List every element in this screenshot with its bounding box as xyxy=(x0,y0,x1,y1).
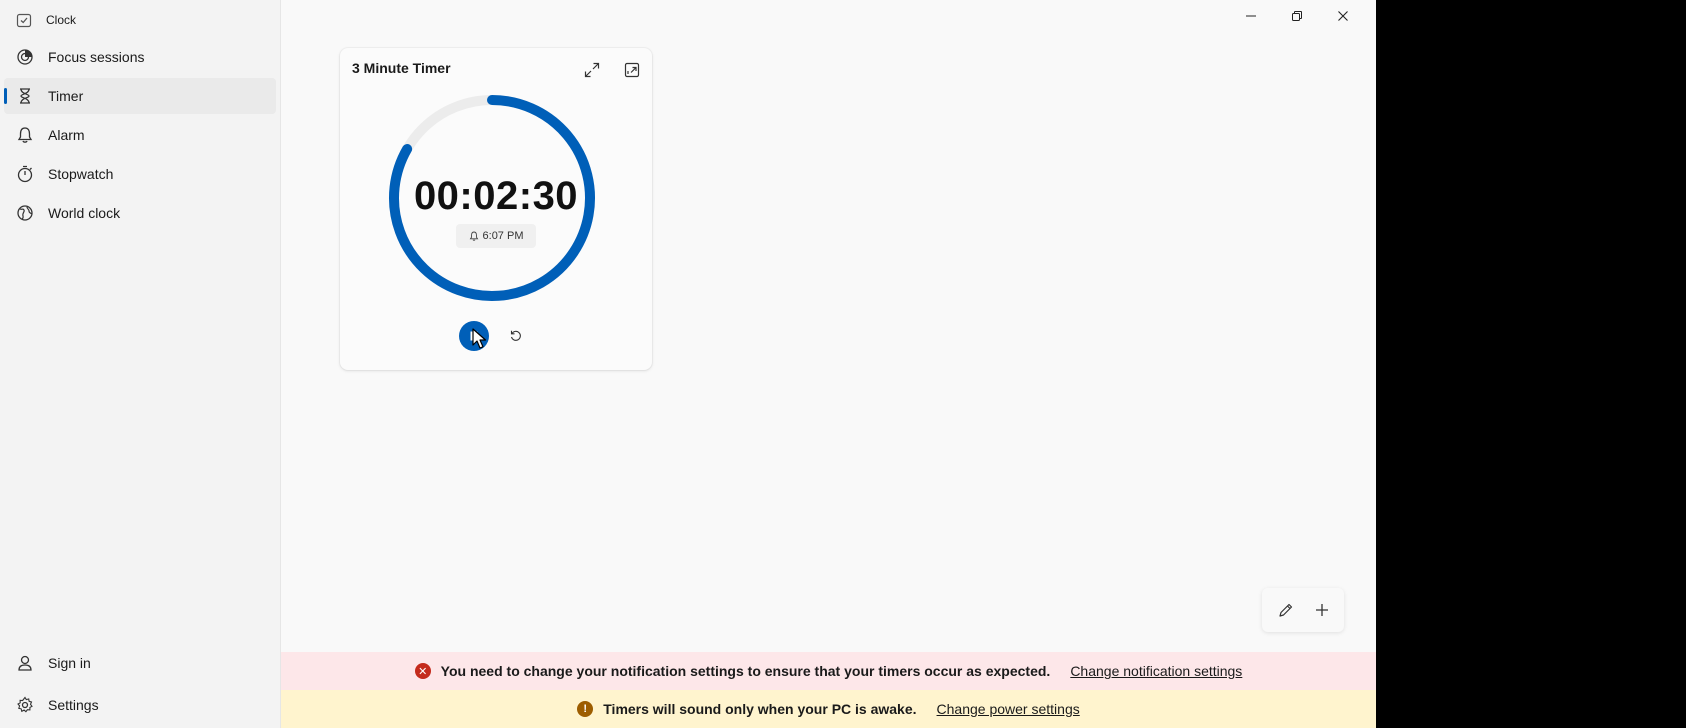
edit-timers-button[interactable] xyxy=(1272,596,1300,624)
app-title-bar: Clock xyxy=(16,10,76,30)
sidebar-item-label: Alarm xyxy=(48,127,85,143)
notification-warning-bar: ! Timers will sound only when your PC is… xyxy=(281,690,1376,728)
close-icon xyxy=(1338,11,1348,21)
selection-indicator xyxy=(4,88,7,104)
add-timer-button[interactable] xyxy=(1308,596,1336,624)
sidebar-item-label: Stopwatch xyxy=(48,166,114,182)
alarm-time: 6:07 PM xyxy=(482,230,524,242)
mouse-cursor xyxy=(472,328,487,349)
reset-button[interactable] xyxy=(501,321,531,351)
gear-icon xyxy=(17,696,33,713)
clock-app-icon xyxy=(16,13,32,28)
globe-icon xyxy=(17,205,33,221)
sidebar-item-world-clock[interactable]: World clock xyxy=(4,195,276,231)
timer-title: 3 Minute Timer xyxy=(352,60,451,76)
error-icon: ✕ xyxy=(414,663,431,679)
clock-app-window: Clock Focus sessions Timer Alarm Stopwat… xyxy=(0,0,1376,728)
sidebar-item-sign-in[interactable]: Sign in xyxy=(4,645,276,681)
timer-card[interactable]: 3 Minute Timer 00:02:30 6:07 PM xyxy=(340,48,652,370)
sidebar-item-label: Settings xyxy=(48,697,99,713)
minimize-button[interactable] xyxy=(1228,0,1274,32)
bell-icon xyxy=(469,231,478,241)
person-icon xyxy=(18,655,32,671)
expand-icon xyxy=(584,62,600,78)
plus-icon xyxy=(1316,604,1328,616)
change-power-settings-link[interactable]: Change power settings xyxy=(937,701,1080,717)
bell-icon xyxy=(17,127,33,143)
app-title: Clock xyxy=(46,13,77,27)
sidebar-item-stopwatch[interactable]: Stopwatch xyxy=(4,156,276,192)
sidebar-item-label: Focus sessions xyxy=(48,49,145,65)
error-message: You need to change your notification set… xyxy=(440,663,1051,679)
timer-actions xyxy=(1262,588,1344,632)
change-notification-settings-link[interactable]: Change notification settings xyxy=(1070,663,1242,679)
minimize-icon xyxy=(1246,15,1256,17)
close-button[interactable] xyxy=(1320,0,1366,32)
alarm-time-chip: 6:07 PM xyxy=(456,224,536,248)
sidebar-item-alarm[interactable]: Alarm xyxy=(4,117,276,153)
sidebar: Clock Focus sessions Timer Alarm Stopwat… xyxy=(0,0,281,728)
focus-icon xyxy=(17,49,33,65)
sidebar-item-label: Sign in xyxy=(48,655,91,671)
sidebar-item-focus-sessions[interactable]: Focus sessions xyxy=(4,39,276,75)
warning-message: Timers will sound only when your PC is a… xyxy=(603,701,917,717)
sidebar-item-settings[interactable]: Settings xyxy=(4,687,276,723)
restore-button[interactable] xyxy=(1274,0,1320,32)
pencil-icon xyxy=(1279,603,1293,617)
keep-on-top-icon xyxy=(624,62,640,78)
stopwatch-icon xyxy=(17,165,33,183)
restore-icon xyxy=(1292,11,1302,21)
keep-on-top-button[interactable] xyxy=(618,56,646,84)
timer-countdown: 00:02:30 xyxy=(413,174,579,218)
hourglass-icon xyxy=(20,88,30,104)
expand-button[interactable] xyxy=(578,56,606,84)
sidebar-item-label: World clock xyxy=(48,205,121,221)
sidebar-item-label: Timer xyxy=(48,88,84,104)
sidebar-item-timer[interactable]: Timer xyxy=(4,78,276,114)
reset-icon xyxy=(510,330,521,341)
notification-error-bar: ✕ You need to change your notification s… xyxy=(281,652,1376,690)
warning-icon: ! xyxy=(577,701,594,717)
